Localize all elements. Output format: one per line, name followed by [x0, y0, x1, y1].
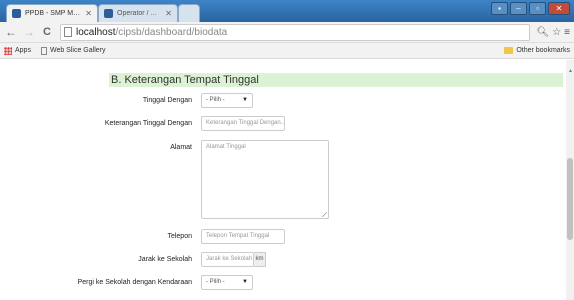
- tinggal-dengan-value: - Pilih -: [206, 97, 225, 103]
- star-icon[interactable]: ☆: [552, 27, 561, 38]
- address-bar[interactable]: localhost/cipsb/dashboard/biodata: [60, 23, 531, 41]
- dropdown-caret-icon: ▼: [242, 97, 248, 103]
- minimize-button[interactable]: –: [510, 2, 527, 15]
- zoom-icon[interactable]: 🔍︎: [536, 27, 549, 38]
- alamat-placeholder: Alamat Tinggal: [206, 144, 246, 150]
- folder-icon: [504, 47, 514, 54]
- tinggal-dengan-label: Tinggal Dengan: [142, 97, 192, 104]
- apps-icon: [4, 46, 12, 55]
- dropdown-caret-icon: ▼: [242, 279, 248, 285]
- maximize-button[interactable]: ▫: [529, 2, 546, 15]
- url-host: localhost: [76, 26, 116, 38]
- telepon-label: Telepon: [167, 233, 192, 240]
- close-tab-icon[interactable]: ✕: [85, 9, 92, 18]
- tab-ppdb[interactable]: PPDB - SMP Muhammad ✕: [6, 4, 98, 22]
- jarak-input[interactable]: Jarak ke Sekolah: [201, 252, 254, 267]
- close-window-button[interactable]: ✕: [548, 2, 570, 15]
- scrollbar-thumb[interactable]: [567, 158, 573, 240]
- tinggal-dengan-select[interactable]: - Pilih - ▼: [201, 93, 253, 108]
- url-path: /cipsb/dashboard/biodata: [115, 26, 228, 38]
- tab-title: Operator / Administrator: [117, 10, 161, 17]
- favicon-icon: [12, 9, 21, 18]
- bookmarks-bar: Apps Web Slice Gallery Other bookmarks: [0, 43, 574, 59]
- favicon-icon: [104, 9, 113, 18]
- section-title: B. Keterangan Tempat Tinggal: [109, 73, 563, 87]
- pergi-select[interactable]: - Pilih - ▼: [201, 275, 253, 290]
- new-tab-button[interactable]: [178, 4, 200, 22]
- window-controls: ▪ – ▫ ✕: [491, 2, 570, 15]
- reload-icon[interactable]: C: [40, 26, 54, 38]
- browser-toolbar: ← → C localhost/cipsb/dashboard/biodata …: [0, 22, 574, 43]
- menu-icon[interactable]: ≡: [564, 27, 570, 38]
- bookmark-label: Web Slice Gallery: [49, 47, 106, 54]
- other-bookmarks-label: Other bookmarks: [516, 47, 570, 54]
- page-content: B. Keterangan Tempat Tinggal Tinggal Den…: [0, 60, 566, 300]
- page-icon: [64, 27, 72, 37]
- tab-operator[interactable]: Operator / Administrator ✕: [98, 4, 178, 22]
- bookmark-web-slice-gallery[interactable]: Web Slice Gallery: [40, 46, 106, 55]
- forward-arrow-icon[interactable]: →: [22, 25, 36, 39]
- close-tab-icon[interactable]: ✕: [165, 9, 172, 18]
- pergi-value: - Pilih -: [206, 279, 225, 285]
- telepon-input[interactable]: Telepon Tempat Tinggal: [201, 229, 285, 244]
- user-icon[interactable]: ▪: [491, 2, 508, 15]
- jarak-label: Jarak ke Sekolah: [138, 256, 192, 263]
- tab-title: PPDB - SMP Muhammad: [25, 10, 81, 17]
- bookmark-apps[interactable]: Apps: [4, 46, 31, 55]
- title-bar: PPDB - SMP Muhammad ✕ Operator / Adminis…: [0, 0, 574, 22]
- jarak-unit-addon: km: [254, 252, 266, 267]
- alamat-textarea[interactable]: Alamat Tinggal: [201, 140, 329, 219]
- keterangan-tinggal-label: Keterangan Tinggal Dengan: [104, 120, 192, 127]
- scroll-up-icon[interactable]: ▲: [568, 68, 573, 74]
- page-icon: [40, 46, 47, 55]
- pergi-label: Pergi ke Sekolah dengan Kendaraan: [77, 279, 192, 286]
- other-bookmarks[interactable]: Other bookmarks: [504, 47, 570, 54]
- keterangan-tinggal-input[interactable]: Keterangan Tinggal Dengan...: [201, 116, 285, 131]
- back-arrow-icon[interactable]: ←: [4, 25, 18, 39]
- alamat-label: Alamat: [170, 144, 192, 151]
- resize-grip-icon[interactable]: [322, 212, 327, 217]
- bookmark-label: Apps: [15, 47, 31, 54]
